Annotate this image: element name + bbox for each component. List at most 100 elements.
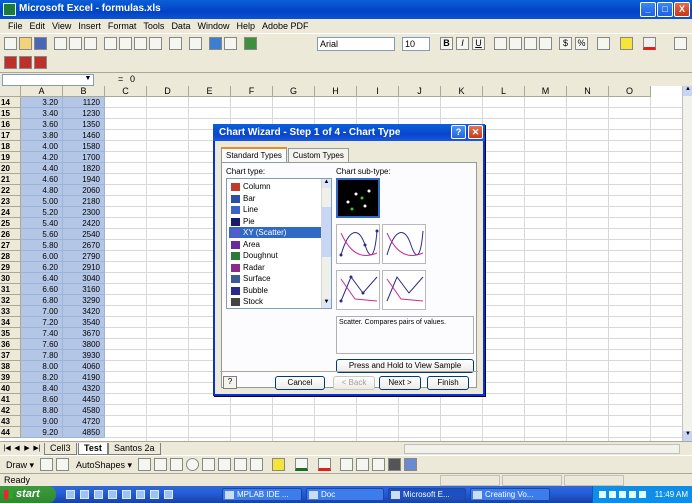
quicklaunch-icon[interactable] (66, 490, 75, 499)
column-header[interactable]: O (609, 86, 651, 97)
dash-style-icon[interactable] (356, 458, 369, 471)
table-cell[interactable]: 1120 (63, 97, 105, 108)
table-cell[interactable]: 2180 (63, 196, 105, 207)
3d-style-icon[interactable] (404, 458, 417, 471)
menu-window[interactable]: Window (197, 21, 229, 31)
table-cell[interactable]: 8.00 (21, 361, 63, 372)
table-cell[interactable]: 2670 (63, 240, 105, 251)
table-cell[interactable]: 2060 (63, 185, 105, 196)
table-cell[interactable]: 8.20 (21, 372, 63, 383)
align-center-icon[interactable] (509, 37, 522, 50)
taskbar-button-excel[interactable]: Microsoft E... (388, 488, 466, 501)
close-button[interactable]: X (674, 2, 690, 17)
table-cell[interactable]: 2790 (63, 251, 105, 262)
tab-standard-types[interactable]: Standard Types (221, 147, 287, 163)
pdf-review-icon[interactable] (34, 56, 47, 69)
column-header[interactable]: G (273, 86, 315, 97)
quicklaunch-icon[interactable] (150, 490, 159, 499)
table-cell[interactable]: 7.60 (21, 339, 63, 350)
table-cell[interactable]: 1580 (63, 141, 105, 152)
redo-icon[interactable] (189, 37, 202, 50)
font-name-select[interactable]: Arial (317, 37, 395, 51)
subtype-smoothed-markers[interactable] (336, 224, 380, 264)
vertical-scrollbar[interactable]: ▲ ▼ (682, 86, 692, 441)
menu-format[interactable]: Format (108, 21, 137, 31)
rectangle-tool-icon[interactable] (170, 458, 183, 471)
finish-button[interactable]: Finish (427, 376, 469, 390)
undo-icon[interactable] (169, 37, 182, 50)
table-cell[interactable]: 3040 (63, 273, 105, 284)
table-cell[interactable]: 7.00 (21, 306, 63, 317)
align-left-icon[interactable] (494, 37, 507, 50)
align-right-icon[interactable] (524, 37, 537, 50)
back-button[interactable]: < Back (333, 376, 375, 390)
table-cell[interactable]: 4.20 (21, 152, 63, 163)
table-cell[interactable]: 1350 (63, 119, 105, 130)
table-cell[interactable]: 3160 (63, 284, 105, 295)
row-header[interactable]: 17 (0, 130, 21, 141)
wordart-icon[interactable] (218, 458, 231, 471)
table-cell[interactable]: 5.20 (21, 207, 63, 218)
row-header[interactable]: 26 (0, 229, 21, 240)
table-cell[interactable]: 3670 (63, 328, 105, 339)
row-header[interactable]: 40 (0, 383, 21, 394)
table-cell[interactable]: 9.00 (21, 416, 63, 427)
row-header[interactable]: 14 (0, 97, 21, 108)
table-cell[interactable]: 6.80 (21, 295, 63, 306)
tray-icon[interactable] (639, 491, 646, 498)
table-cell[interactable]: 2420 (63, 218, 105, 229)
table-cell[interactable]: 4720 (63, 416, 105, 427)
underline-button[interactable]: U (472, 37, 485, 50)
font-color-draw-icon[interactable] (318, 458, 331, 471)
row-header[interactable]: 24 (0, 207, 21, 218)
chart-type-item[interactable]: XY (Scatter) (229, 227, 321, 238)
row-header[interactable]: 30 (0, 273, 21, 284)
maximize-button[interactable]: □ (657, 2, 673, 17)
table-cell[interactable]: 4.40 (21, 163, 63, 174)
row-header[interactable]: 43 (0, 416, 21, 427)
shadow-style-icon[interactable] (388, 458, 401, 471)
print-preview-icon[interactable] (69, 37, 82, 50)
row-header[interactable]: 39 (0, 372, 21, 383)
table-cell[interactable]: 8.60 (21, 394, 63, 405)
dialog-help-icon[interactable]: ? (451, 125, 466, 139)
menu-data[interactable]: Data (171, 21, 190, 31)
autosum-icon[interactable] (224, 37, 237, 50)
table-cell[interactable]: 6.40 (21, 273, 63, 284)
table-cell[interactable]: 7.20 (21, 317, 63, 328)
save-icon[interactable] (34, 37, 47, 50)
table-cell[interactable]: 5.00 (21, 196, 63, 207)
row-header[interactable]: 23 (0, 196, 21, 207)
column-header[interactable]: A (21, 86, 63, 97)
chart-type-item[interactable]: Pie (229, 216, 321, 227)
chart-type-item[interactable]: Column (229, 181, 321, 192)
column-header[interactable]: D (147, 86, 189, 97)
quicklaunch-icon[interactable] (122, 490, 131, 499)
table-cell[interactable]: 4320 (63, 383, 105, 394)
start-button[interactable]: start (0, 486, 56, 503)
table-cell[interactable]: 1230 (63, 108, 105, 119)
table-cell[interactable]: 4580 (63, 405, 105, 416)
quicklaunch-icon[interactable] (164, 490, 173, 499)
table-cell[interactable]: 1460 (63, 130, 105, 141)
menu-adobe-pdf[interactable]: Adobe PDF (262, 21, 309, 31)
menu-help[interactable]: Help (236, 21, 255, 31)
sheet-tab-test[interactable]: Test (78, 443, 108, 455)
bold-button[interactable]: B (440, 37, 453, 50)
column-header[interactable]: B (63, 86, 105, 97)
column-header[interactable]: J (399, 86, 441, 97)
next-sheet-icon[interactable]: ▶ (23, 444, 31, 454)
table-cell[interactable]: 4850 (63, 427, 105, 438)
taskbar-button-mplab[interactable]: MPLAB IDE ... (222, 488, 302, 501)
arrow-tool-icon[interactable] (154, 458, 167, 471)
table-cell[interactable]: 4.60 (21, 174, 63, 185)
chart-type-item[interactable]: Doughnut (229, 250, 321, 261)
font-size-select[interactable]: 10 (402, 37, 430, 51)
sheet-tab-cell3[interactable]: Cell3 (44, 443, 77, 455)
row-header[interactable]: 41 (0, 394, 21, 405)
autoshapes-menu[interactable]: AutoShapes ▾ (76, 460, 132, 471)
quicklaunch-icon[interactable] (136, 490, 145, 499)
row-header[interactable]: 34 (0, 317, 21, 328)
table-cell[interactable]: 3930 (63, 350, 105, 361)
quicklaunch-icon[interactable] (80, 490, 89, 499)
